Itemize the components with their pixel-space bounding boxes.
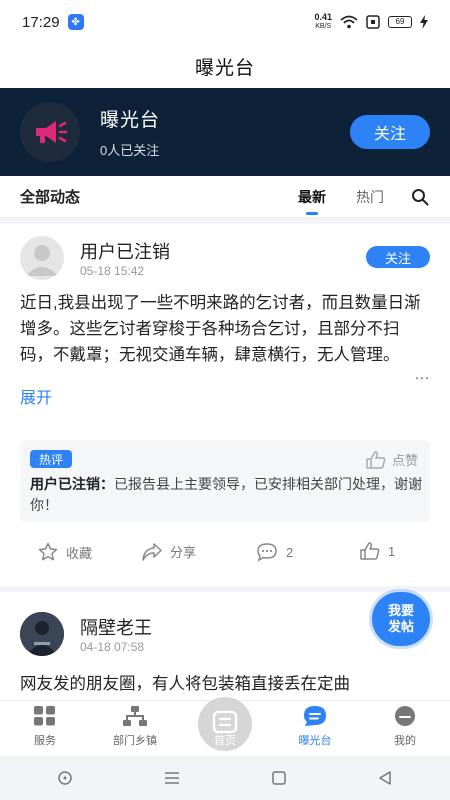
create-post-button[interactable]: 我要 发帖 xyxy=(372,592,430,646)
nav-item-services[interactable]: 服务 xyxy=(0,701,90,756)
channel-name: 曝光台 xyxy=(100,110,161,131)
back-icon[interactable] xyxy=(377,770,393,786)
avatar[interactable] xyxy=(20,236,64,280)
status-bar: 17:29 ✤ 0.41 KB/S 69 xyxy=(0,0,450,44)
wifi-icon xyxy=(340,15,358,29)
thumbs-up-icon xyxy=(360,542,380,560)
post-body[interactable]: 近日,我县出现了一些不明来路的乞讨者，而且数量日渐增多。这些乞讨者穿梭于各种场合… xyxy=(20,290,432,368)
network-speed: 0.41 KB/S xyxy=(314,12,332,31)
exposure-chat-icon xyxy=(304,706,326,726)
nav-item-profile[interactable]: 我的 xyxy=(360,701,450,756)
home-button-icon[interactable] xyxy=(271,770,287,786)
sim-icon xyxy=(366,15,380,29)
nav-item-departments[interactable]: 部门乡镇 xyxy=(90,701,180,756)
post-body[interactable]: 网友发的朋友圈，有人将包装箱直接丢在定曲 xyxy=(20,670,432,694)
post-card[interactable]: 用户已注销 05-18 15:42 关注 近日,我县出现了一些不明来路的乞讨者，… xyxy=(0,224,450,586)
app-bar: 曝光台 xyxy=(0,44,450,88)
expand-link[interactable]: 展开 xyxy=(20,384,52,408)
tab-hot[interactable]: 热门 xyxy=(356,187,384,207)
menu-icon[interactable] xyxy=(163,771,181,785)
thumbs-up-icon xyxy=(366,450,386,469)
nav-item-exposure[interactable]: 曝光台 xyxy=(270,701,360,756)
favorite-button[interactable]: 收藏 xyxy=(38,542,92,562)
comment-button[interactable]: 2 xyxy=(256,542,293,562)
avatar[interactable] xyxy=(20,612,64,656)
comment-icon xyxy=(257,543,277,562)
star-icon xyxy=(38,542,58,561)
hot-comment[interactable]: 热评 点赞 用户已注销：已报告县上主要领导，已安排相关部门处理，谢谢你！ xyxy=(20,440,430,522)
nav-item-home[interactable]: 首页 xyxy=(180,697,270,756)
comment-author: 用户已注销： xyxy=(30,476,114,492)
bottom-nav: 服务 部门乡镇 首页 曝光台 我的 xyxy=(0,697,450,756)
share-icon xyxy=(142,542,162,561)
hot-comment-badge: 热评 xyxy=(30,450,72,468)
tab-latest[interactable]: 最新 xyxy=(298,187,326,215)
charging-icon xyxy=(420,15,428,29)
like-button[interactable]: 1 xyxy=(360,542,395,560)
status-indicators: 0.41 KB/S 69 xyxy=(314,13,428,31)
post-author[interactable]: 用户已注销 xyxy=(80,238,170,264)
org-chart-icon xyxy=(123,706,147,726)
notification-icon: ✤ xyxy=(67,14,84,30)
post-actions: 收藏 分享 2 1 xyxy=(0,542,450,566)
megaphone-logo-icon xyxy=(20,102,80,162)
follower-count: 0人已关注 xyxy=(100,143,160,158)
assistant-icon[interactable] xyxy=(57,770,73,786)
comment-text: 用户已注销：已报告县上主要领导，已安排相关部门处理，谢谢你！ xyxy=(30,474,422,516)
grid-icon xyxy=(34,706,55,726)
profile-icon xyxy=(395,706,415,726)
channel-header: 曝光台 0人已关注 关注 xyxy=(0,88,450,176)
section-title: 全部动态 xyxy=(20,189,81,206)
battery-indicator: 69 xyxy=(388,16,412,28)
post-time: 04-18 07:58 xyxy=(80,640,145,654)
page-title: 曝光台 xyxy=(194,57,255,79)
share-button[interactable]: 分享 xyxy=(142,542,196,561)
more-icon[interactable]: … xyxy=(414,366,430,384)
status-time: 17:29 xyxy=(22,13,60,31)
feed-tabs: 全部动态 最新 热门 xyxy=(0,176,450,218)
post-author[interactable]: 隔壁老王 xyxy=(80,614,152,640)
search-icon[interactable] xyxy=(410,187,430,207)
system-nav-bar xyxy=(0,756,450,800)
follow-user-button[interactable]: 关注 xyxy=(366,246,430,268)
like-comment-button[interactable]: 点赞 xyxy=(366,450,418,469)
follow-channel-button[interactable]: 关注 xyxy=(350,115,430,149)
post-time: 05-18 15:42 xyxy=(80,264,145,278)
